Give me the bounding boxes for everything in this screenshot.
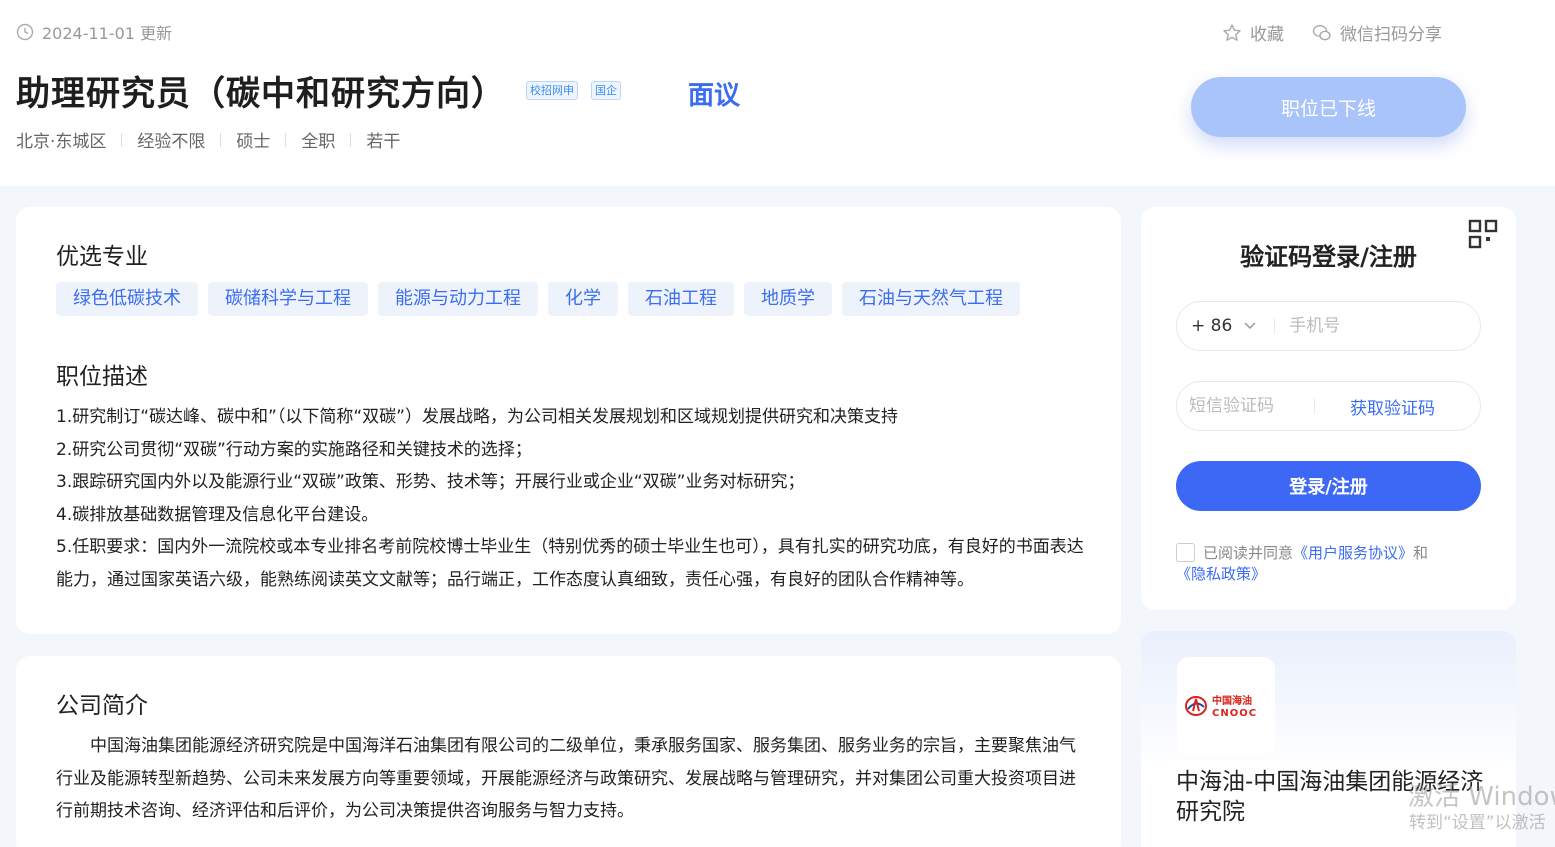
logo-text-cn: 中国海油: [1212, 694, 1252, 707]
phone-field: + 86: [1176, 301, 1481, 351]
description-line: 2.研究公司贯彻“双碳”行动方案的实施路径和关键技术的选择；: [56, 439, 532, 460]
meta-headcount: 若干: [366, 132, 401, 152]
collect-button[interactable]: 收藏: [1222, 20, 1284, 45]
major-tag[interactable]: 地质学: [744, 282, 832, 316]
major-tag[interactable]: 碳储科学与工程: [208, 282, 368, 316]
job-description: 1.研究制订“碳达峰、碳中和”（以下简称“双碳”）发展战略，为公司相关发展规划和…: [56, 401, 1086, 596]
agreement: 已阅读并同意《用户服务协议》和《隐私政策》: [1176, 543, 1486, 585]
job-detail-card: 优选专业 绿色低碳技术 碳储科学与工程 能源与动力工程 化学 石油工程 地质学 …: [16, 207, 1121, 634]
description-title: 职位描述: [56, 364, 148, 390]
login-submit-button[interactable]: 登录/注册: [1176, 461, 1481, 511]
divider: [1274, 318, 1276, 334]
sms-code-field: 获取验证码: [1176, 381, 1481, 431]
company-intro-card: 公司简介 中国海油集团能源经济研究院是中国海洋石油集团有限公司的二级单位，秉承服…: [16, 656, 1121, 847]
major-tag[interactable]: 石油工程: [628, 282, 734, 316]
description-line: 1.研究制订“碳达峰、碳中和”（以下简称“双碳”）发展战略，为公司相关发展规划和…: [56, 407, 898, 427]
meta-type: 全职: [301, 132, 336, 152]
windows-activation-hint: 转到“设置”以激活: [1409, 813, 1546, 833]
tag-soe: 国企: [591, 81, 621, 100]
wechat-icon: [1312, 24, 1331, 40]
major-tag[interactable]: 石油与天然气工程: [842, 282, 1020, 316]
company-logo[interactable]: 中国海油 CNOOC: [1177, 657, 1275, 755]
divider: [220, 132, 222, 147]
description-line: 4.碳排放基础数据管理及信息化平台建设。: [56, 504, 379, 525]
header-actions: 收藏 微信扫码分享: [1222, 20, 1470, 45]
major-tag[interactable]: 能源与动力工程: [378, 282, 538, 316]
agree-prefix: 已阅读并同意: [1203, 544, 1294, 562]
divider: [350, 132, 352, 147]
company-intro-title: 公司简介: [56, 693, 148, 719]
job-header: 2024-11-01 更新 收藏 微信扫码分享 助理研究员（碳中和研究方向） 校…: [0, 0, 1555, 186]
update-info: 2024-11-01 更新: [16, 20, 172, 44]
user-agreement-link[interactable]: 《用户服务协议》: [1293, 544, 1413, 562]
major-tag[interactable]: 化学: [548, 282, 618, 316]
job-meta: 北京·东城区 经验不限 硕士 全职 若干: [16, 127, 400, 152]
meta-degree: 硕士: [236, 132, 271, 152]
description-line: 3.跟踪研究国内外以及能源行业“双碳”政策、形势、技术等；开展行业或企业“双碳”…: [56, 472, 805, 492]
description-line: 5.任职要求：国内外一流院校或本专业排名考前院校博士毕业生（特别优秀的硕士毕业生…: [56, 537, 1084, 590]
salary: 面议: [688, 81, 741, 111]
cnooc-logo-icon: 中国海油 CNOOC: [1185, 694, 1257, 719]
clock-icon: [16, 23, 34, 41]
wechat-share-button[interactable]: 微信扫码分享: [1312, 20, 1442, 45]
collect-label: 收藏: [1250, 25, 1284, 45]
divider: [121, 132, 123, 147]
meta-experience: 经验不限: [137, 132, 206, 152]
tag-campus: 校招网申: [526, 81, 578, 100]
star-icon: [1223, 23, 1241, 41]
divider: [285, 132, 287, 147]
update-text: 2024-11-01 更新: [42, 24, 173, 43]
meta-location: 北京·东城区: [16, 132, 107, 152]
phone-input[interactable]: [1289, 316, 1480, 336]
agree-mid: 和: [1413, 544, 1429, 562]
chevron-down-icon[interactable]: [1244, 322, 1256, 330]
company-intro-text: 中国海油集团能源经济研究院是中国海洋石油集团有限公司的二级单位，秉承服务国家、服…: [56, 736, 1076, 821]
job-offline-button[interactable]: 职位已下线: [1191, 77, 1466, 137]
logo-text-en: CNOOC: [1212, 708, 1257, 719]
get-code-button[interactable]: 获取验证码: [1350, 394, 1435, 419]
agree-checkbox[interactable]: [1176, 543, 1195, 562]
divider: [1314, 398, 1315, 414]
privacy-policy-link[interactable]: 《隐私政策》: [1176, 565, 1266, 583]
sms-code-input[interactable]: [1189, 396, 1314, 416]
login-title: 验证码登录/注册: [1240, 243, 1417, 271]
majors-list: 绿色低碳技术 碳储科学与工程 能源与动力工程 化学 石油工程 地质学 石油与天然…: [56, 282, 1030, 316]
login-card: 验证码登录/注册 + 86 获取验证码 登录/注册 已阅读并同意《用户服务协议》…: [1141, 207, 1516, 610]
country-code-select[interactable]: + 86: [1191, 316, 1232, 336]
share-label: 微信扫码分享: [1340, 25, 1442, 45]
majors-title: 优选专业: [56, 244, 148, 270]
job-title: 助理研究员（碳中和研究方向）: [16, 74, 506, 114]
job-tags: 校招网申 国企: [526, 81, 634, 100]
major-tag[interactable]: 绿色低碳技术: [56, 282, 198, 316]
